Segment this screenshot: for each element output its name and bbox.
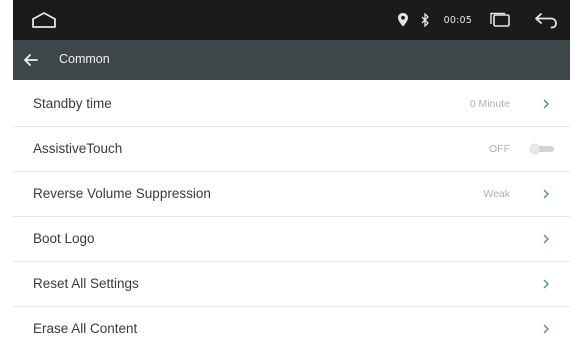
- toggle-knob: [530, 144, 540, 154]
- settings-list: Standby time 0 Minute AssistiveTouch OFF…: [13, 82, 570, 347]
- setting-row-reverse-volume-suppression[interactable]: Reverse Volume Suppression Weak: [13, 172, 570, 217]
- chevron-right-icon[interactable]: [542, 98, 550, 110]
- setting-value: 0 Minute: [469, 98, 510, 110]
- location-icon: [397, 13, 408, 27]
- setting-label: Standby time: [33, 96, 112, 111]
- recents-icon[interactable]: [488, 12, 512, 28]
- back-arrow-icon[interactable]: [23, 53, 39, 67]
- home-icon[interactable]: [31, 11, 57, 29]
- page-title: Common: [59, 52, 110, 66]
- setting-row-erase-all-content[interactable]: Erase All Content: [13, 307, 570, 347]
- setting-row-standby-time[interactable]: Standby time 0 Minute: [13, 82, 570, 127]
- setting-value: Weak: [483, 188, 510, 200]
- bluetooth-icon: [421, 13, 429, 27]
- setting-row-reset-all-settings[interactable]: Reset All Settings: [13, 262, 570, 307]
- assistivetouch-toggle[interactable]: [530, 144, 554, 154]
- setting-row-boot-logo[interactable]: Boot Logo: [13, 217, 570, 262]
- back-icon[interactable]: [532, 11, 560, 29]
- setting-value: OFF: [489, 143, 510, 155]
- chevron-right-icon[interactable]: [542, 323, 550, 335]
- status-icons: 00:05: [396, 0, 560, 40]
- clock: 00:05: [443, 14, 472, 26]
- setting-label: Erase All Content: [33, 321, 138, 336]
- chevron-right-icon[interactable]: [542, 188, 550, 200]
- setting-row-assistivetouch[interactable]: AssistiveTouch OFF: [13, 127, 570, 172]
- status-bar: 00:05: [13, 0, 570, 40]
- setting-label: Boot Logo: [33, 231, 95, 246]
- header-bar: Common: [13, 40, 570, 80]
- chevron-right-icon[interactable]: [542, 233, 550, 245]
- setting-label: Reset All Settings: [33, 276, 139, 291]
- screen: 00:05 Common Standby time 0 Minute Assis…: [0, 0, 582, 347]
- setting-label: Reverse Volume Suppression: [33, 186, 211, 201]
- setting-label: AssistiveTouch: [33, 141, 123, 156]
- chevron-right-icon[interactable]: [542, 278, 550, 290]
